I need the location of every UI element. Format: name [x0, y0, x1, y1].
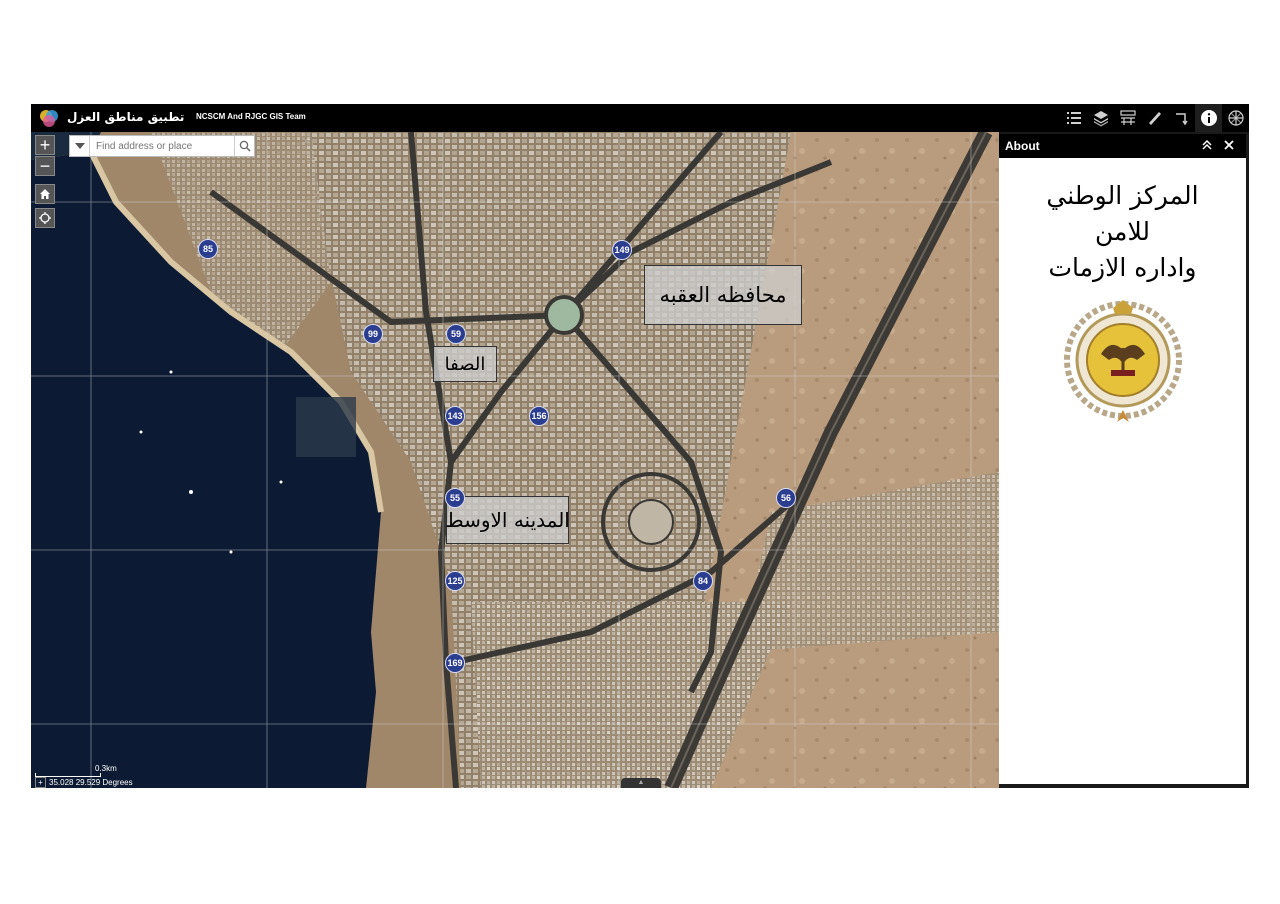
- about-line: للامن: [1095, 217, 1150, 246]
- route-shield[interactable]: 99: [363, 324, 383, 344]
- search-button[interactable]: [234, 136, 254, 156]
- info-icon[interactable]: [1195, 104, 1222, 132]
- about-panel-header: About: [999, 134, 1246, 158]
- about-text: المركز الوطني للامن واداره الازمات: [999, 178, 1246, 286]
- about-panel-title: About: [1005, 139, 1040, 153]
- route-shield[interactable]: 55: [445, 488, 465, 508]
- coordinate-text: 35.028 29.529 Degrees: [49, 778, 133, 787]
- route-shield[interactable]: 156: [529, 406, 549, 426]
- map-label-aqaba-governorate: محافظه العقبه: [644, 265, 802, 325]
- route-shield[interactable]: 56: [776, 488, 796, 508]
- layers-icon[interactable]: [1087, 104, 1114, 132]
- attribute-table-expand-tab[interactable]: ▲: [621, 778, 661, 788]
- map-view[interactable]: + − محافظه العقبه الصفا المدينه الاوسط 8…: [31, 132, 999, 788]
- app-header: تطبيق مناطق العزل NCSCM And RJGC GIS Tea…: [31, 104, 1249, 132]
- search-source-dropdown[interactable]: [70, 136, 90, 156]
- zoom-in-button[interactable]: +: [35, 135, 55, 155]
- map-label-middle-city: المدينه الاوسط: [445, 496, 570, 544]
- scale-bar: 0.3km: [35, 764, 117, 777]
- home-button[interactable]: [35, 184, 55, 204]
- about-line: المركز الوطني: [1046, 181, 1199, 210]
- app-logo-icon: [40, 110, 58, 127]
- map-label-safa: الصفا: [433, 346, 497, 382]
- map-application: تطبيق مناطق العزل NCSCM And RJGC GIS Tea…: [31, 104, 1249, 788]
- route-shield[interactable]: 143: [445, 406, 465, 426]
- route-shield[interactable]: 59: [446, 324, 466, 344]
- search-input[interactable]: [90, 137, 234, 155]
- attribute-table-icon[interactable]: [1222, 104, 1249, 132]
- app-title: تطبيق مناطق العزل: [67, 110, 185, 124]
- caret-down-icon: [74, 143, 85, 149]
- ncscm-emblem-icon: [1063, 300, 1182, 422]
- scale-label: 0.3km: [95, 764, 117, 773]
- zoom-out-button[interactable]: −: [35, 156, 55, 176]
- close-icon[interactable]: [1218, 139, 1240, 153]
- coordinate-readout: +35.028 29.529 Degrees: [35, 777, 133, 788]
- about-line: واداره الازمات: [1048, 253, 1197, 282]
- route-shield[interactable]: 84: [693, 571, 713, 591]
- about-panel: About المركز الوطني للامن واداره الازمات: [999, 134, 1246, 784]
- search-icon: [239, 140, 251, 152]
- directions-icon[interactable]: [1168, 104, 1195, 132]
- route-shield[interactable]: 149: [612, 240, 632, 260]
- locate-button[interactable]: [35, 208, 55, 228]
- basemap-gallery-icon[interactable]: [1114, 104, 1141, 132]
- route-shield[interactable]: 85: [198, 239, 218, 259]
- search-widget: [69, 135, 255, 157]
- route-shield[interactable]: 125: [445, 571, 465, 591]
- locate-icon: [39, 212, 51, 224]
- home-icon: [40, 189, 50, 199]
- widget-toolbar: [1060, 104, 1249, 132]
- collapse-icon[interactable]: [1196, 139, 1218, 153]
- route-shield[interactable]: 169: [445, 653, 465, 673]
- team-credit: NCSCM And RJGC GIS Team: [196, 112, 306, 121]
- coordinate-toggle-icon[interactable]: +: [35, 777, 46, 788]
- satellite-basemap: [31, 132, 999, 788]
- legend-icon[interactable]: [1060, 104, 1087, 132]
- measurement-icon[interactable]: [1141, 104, 1168, 132]
